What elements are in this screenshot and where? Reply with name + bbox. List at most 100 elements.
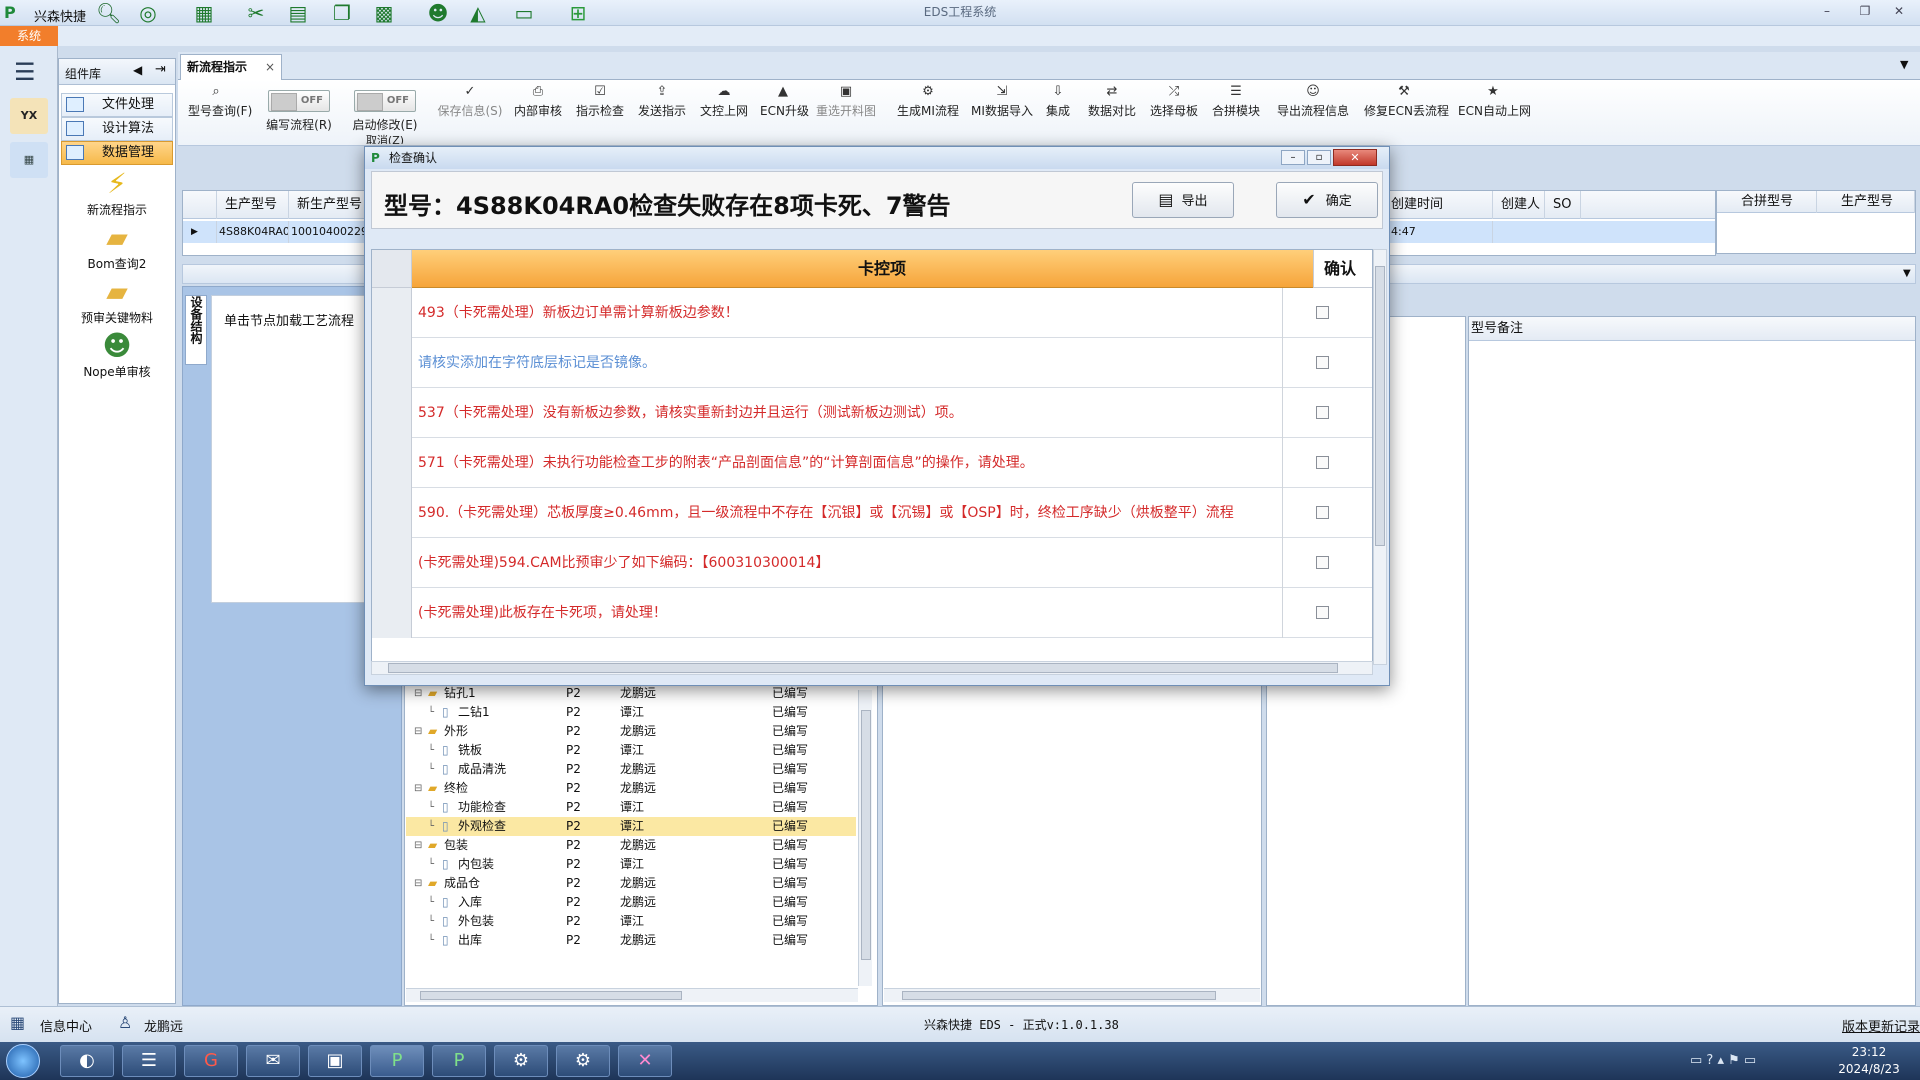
confirm-checkbox[interactable] xyxy=(1316,506,1329,519)
model-query-button[interactable]: ⌕ 型号查询(F) xyxy=(188,84,252,119)
taskbar-red-app-icon[interactable]: G xyxy=(184,1045,238,1077)
tree-row[interactable]: └ ▯ 功能检查 P2 谭江 已编写 xyxy=(406,798,856,817)
tree-row[interactable]: └ ▯ 出库 P2 龙鹏远 已编写 xyxy=(406,931,856,950)
confirm-checkbox[interactable] xyxy=(1316,306,1329,319)
reselect-cutting-button[interactable]: ▣ 重选开料图 xyxy=(814,84,878,119)
info-center-label[interactable]: 信息中心 xyxy=(40,1016,92,1035)
cancel-label[interactable]: 取消(Z) xyxy=(360,132,410,144)
clock-time[interactable]: 23:12 xyxy=(1834,1045,1904,1059)
ecn-auto-online-button[interactable]: ★ ECN自动上网 xyxy=(1458,84,1531,119)
col-so[interactable]: SO xyxy=(1545,191,1581,219)
col-creator[interactable]: 创建人 xyxy=(1493,191,1545,219)
taskbar-eds-icon[interactable]: P xyxy=(370,1045,424,1077)
col-merge-model[interactable]: 合拼型号 xyxy=(1717,191,1817,213)
tree-row[interactable]: ⊟ ▰ 成品仓 P2 龙鹏远 已编写 xyxy=(406,874,856,893)
tree-row[interactable]: └ ▯ 内包装 P2 谭江 已编写 xyxy=(406,855,856,874)
row-header[interactable] xyxy=(372,588,412,638)
col-new-production-model[interactable]: 新生产型号 xyxy=(289,191,375,219)
row-header[interactable] xyxy=(372,388,412,438)
menu-design-algorithm[interactable]: 设计算法 xyxy=(61,117,173,141)
start-button[interactable] xyxy=(6,1044,40,1078)
new-flow-instruction-item[interactable]: ⚡ 新流程指示 xyxy=(69,167,165,218)
taskbar-save-icon[interactable]: ▣ xyxy=(308,1045,362,1077)
check-row[interactable]: 590.（卡死需处理）芯板厚度≥0.46mm，且一级流程中不存在【沉银】或【沉锡… xyxy=(372,488,1372,538)
tree-row[interactable]: └ ▯ 外包装 P2 谭江 已编写 xyxy=(406,912,856,931)
expander-icon[interactable]: ⊟ xyxy=(414,722,422,741)
data-compare-button[interactable]: ⇄ 数据对比 xyxy=(1086,84,1138,119)
row-header[interactable] xyxy=(372,538,412,588)
tray-icons[interactable]: ▭ ? ▴ ⚑ ▭ xyxy=(1690,1053,1756,1068)
expander-icon[interactable]: ⊟ xyxy=(414,836,422,855)
pre-review-material-item[interactable]: ▰ 预审关键物料 xyxy=(69,275,165,326)
hamburger-icon[interactable]: ☰ xyxy=(14,58,36,86)
tab-close-icon[interactable]: × xyxy=(265,55,275,79)
taskbar-x-icon[interactable]: ✕ xyxy=(618,1045,672,1077)
scroll-thumb[interactable] xyxy=(861,710,871,960)
tree-row[interactable]: └ ▯ 成品清洗 P2 龙鹏远 已编写 xyxy=(406,760,856,779)
row-header[interactable] xyxy=(372,288,412,338)
expander-icon[interactable]: ⊟ xyxy=(414,874,422,893)
tree-row[interactable]: ⊟ ▰ 包装 P2 龙鹏远 已编写 xyxy=(406,836,856,855)
tree-row[interactable]: └ ▯ 入库 P2 龙鹏远 已编写 xyxy=(406,893,856,912)
dialog-maximize-button[interactable]: ▫ xyxy=(1307,150,1331,165)
check-row[interactable]: 571（卡死需处理）未执行功能检查工步的附表“产品剖面信息”的“计算剖面信息”的… xyxy=(372,438,1372,488)
row-header[interactable] xyxy=(372,488,412,538)
info-center-icon[interactable]: ▦ xyxy=(10,1013,25,1032)
tree-row[interactable]: ⊟ ▰ 外形 P2 龙鹏远 已编写 xyxy=(406,722,856,741)
export-button[interactable]: ▤ 导出 xyxy=(1132,182,1234,218)
vertical-tab-equipment[interactable]: 设备结构 xyxy=(185,295,207,365)
collapse-arrow-icon[interactable]: ◀ xyxy=(133,63,142,77)
row-header[interactable] xyxy=(372,438,412,488)
yx-module-icon[interactable]: YX xyxy=(10,98,48,134)
export-flow-info-button[interactable]: ☺ 导出流程信息 xyxy=(1274,84,1352,119)
check-row[interactable]: (卡死需处理)594.CAM比预审少了如下编码：【600310300014】 xyxy=(372,538,1372,588)
tree-vscroll[interactable] xyxy=(858,690,872,986)
menu-data-management[interactable]: 数据管理 xyxy=(61,141,173,165)
collapse-arrow-icon[interactable]: ▼ xyxy=(1903,268,1911,279)
grid-vscroll[interactable] xyxy=(1373,249,1387,665)
confirm-checkbox[interactable] xyxy=(1316,356,1329,369)
col-production-model-2[interactable]: 生产型号 xyxy=(1817,191,1915,213)
scroll-thumb[interactable] xyxy=(1375,266,1385,546)
check-row[interactable]: 请核实添加在字符底层标记是否镜像。 xyxy=(372,338,1372,388)
system-menu-tab[interactable]: 系统 xyxy=(0,26,58,46)
bom-query-item[interactable]: ▰ Bom查询2 xyxy=(69,221,165,272)
internal-review-button[interactable]: ⎙ 内部审核 xyxy=(512,84,564,119)
tree-row[interactable]: ⊟ ▰ 终检 P2 龙鹏远 已编写 xyxy=(406,779,856,798)
col-confirm[interactable]: 确认 xyxy=(1313,250,1372,288)
select-master-button[interactable]: ⤮ 选择母板 xyxy=(1148,84,1200,119)
tab-new-flow-instruction[interactable]: 新流程指示 × xyxy=(180,54,282,80)
check-row[interactable]: 493（卡死需处理）新板边订单需计算新板边参数！ xyxy=(372,288,1372,338)
grid-hscroll[interactable] xyxy=(371,661,1373,675)
dialog-close-button[interactable]: ✕ xyxy=(1333,149,1377,166)
clock-date[interactable]: 2024/8/23 xyxy=(1830,1062,1908,1076)
scroll-thumb[interactable] xyxy=(388,663,1338,673)
tree-row[interactable]: └ ▯ 外观检查 P2 谭江 已编写 xyxy=(406,817,856,836)
confirm-checkbox[interactable] xyxy=(1316,406,1329,419)
minimize-button[interactable]: – xyxy=(1814,2,1840,20)
check-row[interactable]: 537（卡死需处理）没有新板边参数，请核实重新封边并且运行（测试新板边测试）项。 xyxy=(372,388,1372,438)
tree-row[interactable]: └ ▯ 二钻1 P2 谭江 已编写 xyxy=(406,703,856,722)
nope-review-item[interactable]: ☻ Nope单审核 xyxy=(69,329,165,380)
scroll-thumb[interactable] xyxy=(902,991,1216,1000)
fix-ecn-flow-button[interactable]: ⚒ 修复ECN丢流程 xyxy=(1364,84,1449,119)
instruction-check-button[interactable]: ☑ 指示检查 xyxy=(574,84,626,119)
taskbar-chat-icon[interactable]: ✉ xyxy=(246,1045,300,1077)
col-production-model[interactable]: 生产型号 xyxy=(217,191,289,219)
confirm-checkbox[interactable] xyxy=(1316,456,1329,469)
col-create-time[interactable]: 创建时间 xyxy=(1383,191,1493,219)
taskbar-shell-icon[interactable]: ◐ xyxy=(60,1045,114,1077)
taskbar-tool2-icon[interactable]: ⚙ xyxy=(556,1045,610,1077)
save-info-button[interactable]: ✓ 保存信息(S) xyxy=(436,84,504,119)
taskbar-eds2-icon[interactable]: P xyxy=(432,1045,486,1077)
confirm-button[interactable]: ✔ 确定 xyxy=(1276,182,1378,218)
close-button[interactable]: ✕ xyxy=(1886,2,1912,20)
mi-data-import-button[interactable]: ⇲ MI数据导入 xyxy=(970,84,1034,119)
row-header[interactable] xyxy=(372,338,412,388)
taskbar-tool-icon[interactable]: ⚙ xyxy=(494,1045,548,1077)
generate-mi-flow-button[interactable]: ⚙ 生成MI流程 xyxy=(896,84,960,119)
check-row[interactable]: (卡死需处理)此板存在卡死项，请处理！ xyxy=(372,588,1372,638)
integrate-button[interactable]: ⇩ 集成 xyxy=(1044,84,1072,119)
pin-icon[interactable]: ⇥ xyxy=(155,62,166,77)
menu-file-processing[interactable]: 文件处理 xyxy=(61,93,173,117)
